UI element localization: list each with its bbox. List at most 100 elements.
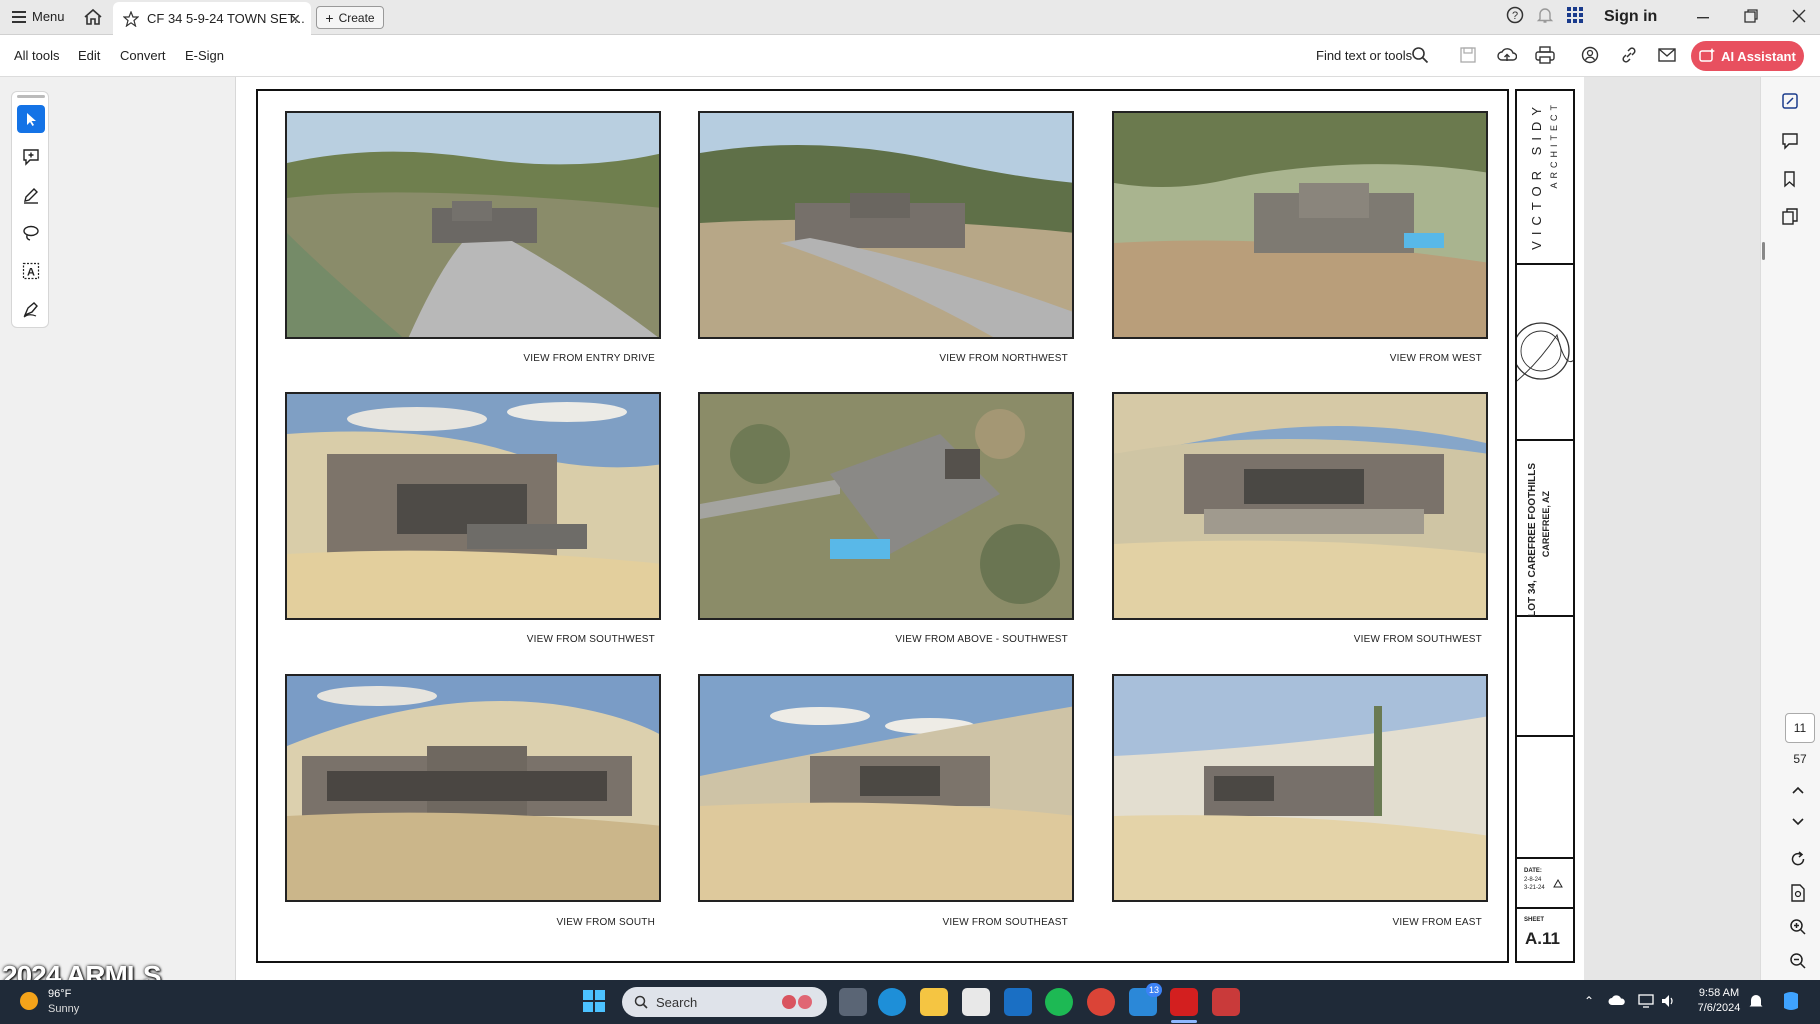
pen-icon [24, 188, 38, 204]
windows-start-icon[interactable] [583, 990, 605, 1012]
save-icon[interactable] [1459, 46, 1477, 64]
current-page-input[interactable]: 11 [1785, 713, 1815, 743]
chevron-up-icon[interactable] [1791, 785, 1805, 795]
minimize-icon[interactable] [1696, 10, 1710, 24]
find-text-button[interactable]: Find text or tools [1316, 48, 1412, 63]
architect-seal-icon [1517, 322, 1573, 382]
sign-in-link[interactable]: Sign in [1604, 8, 1657, 26]
text-select-tool[interactable]: A [17, 257, 45, 285]
windows-taskbar: 96°F Sunny Search 13 ⌃ 9:58 AM 7/6/2024 [0, 980, 1820, 1024]
volume-icon[interactable] [1660, 993, 1676, 1009]
blank-cell-1 [1517, 617, 1573, 737]
esign-menu[interactable]: E-Sign [185, 48, 224, 63]
network-icon[interactable] [1638, 994, 1654, 1008]
print-icon[interactable] [1535, 46, 1555, 64]
share-user-icon[interactable] [1581, 46, 1601, 64]
sheet-number: A.11 [1525, 929, 1560, 948]
create-button[interactable]: + Create [316, 6, 384, 29]
document-tab[interactable]: CF 34 5-9-24 TOWN SET... ✕ [113, 2, 311, 35]
date-2: 3-21-24 [1524, 885, 1545, 891]
comment-plus-icon [23, 149, 39, 166]
sheet-border: VIEW FROM ENTRY DRIVE VIEW FROM NORTHWES… [256, 89, 1509, 963]
snipping-tool-icon[interactable] [1212, 988, 1240, 1016]
project-line-1: LOT 34, CAREFREE FOOTHILLS [1527, 463, 1538, 617]
render-view-southeast [698, 674, 1074, 902]
system-clock[interactable]: 9:58 AM 7/6/2024 [1679, 986, 1759, 1016]
drag-handle[interactable] [17, 95, 45, 98]
flowers-search-highlight-icon [782, 995, 812, 1009]
sheet-label: SHEET [1524, 917, 1545, 923]
acrobat-icon[interactable] [1170, 988, 1198, 1016]
edit-menu[interactable]: Edit [78, 48, 100, 63]
onedrive-cloud-icon[interactable] [1608, 994, 1626, 1006]
task-view-icon[interactable] [839, 988, 867, 1016]
draw-tool[interactable] [17, 219, 45, 247]
svg-text:?: ? [1512, 10, 1518, 22]
title-block: VICTOR SIDY ARCHITECT LOT 34, CAREFREE F… [1515, 89, 1575, 963]
help-icon[interactable]: ? [1506, 6, 1524, 24]
spotify-icon[interactable] [1045, 988, 1073, 1016]
document-search-icon[interactable] [1789, 884, 1807, 902]
chevron-down-icon[interactable] [1791, 817, 1805, 827]
close-window-icon[interactable] [1792, 9, 1806, 23]
caption-above-southwest: VIEW FROM ABOVE - SOUTHWEST [895, 634, 1068, 645]
outlook-icon[interactable] [1004, 988, 1032, 1016]
ai-assistant-button[interactable]: AI Assistant [1691, 41, 1804, 71]
close-tab-icon[interactable]: ✕ [289, 11, 301, 28]
clock-time: 9:58 AM [1698, 987, 1740, 999]
comments-icon[interactable] [1781, 132, 1799, 150]
sun-weather-icon[interactable] [18, 990, 40, 1012]
notification-bell-icon[interactable] [1748, 992, 1764, 1010]
zoom-in-icon[interactable] [1789, 918, 1807, 936]
search-icon[interactable] [1411, 46, 1429, 64]
ai-sparkle-icon [1699, 48, 1716, 62]
seal-cell [1517, 265, 1573, 441]
select-tool[interactable] [17, 105, 45, 133]
highlight-tool[interactable] [17, 181, 45, 209]
chevron-up-icon[interactable]: ⌃ [1584, 994, 1594, 1008]
firm-cell: VICTOR SIDY ARCHITECT [1517, 91, 1573, 265]
active-app-indicator [1171, 1020, 1197, 1023]
search-placeholder: Search [656, 994, 698, 1010]
main-toolbar: All tools Edit Convert E-Sign Find text … [0, 35, 1820, 77]
taskbar-search-box[interactable]: Search [622, 987, 827, 1017]
sign-tool[interactable] [17, 295, 45, 323]
star-icon[interactable] [123, 10, 139, 27]
copilot-icon[interactable] [1780, 990, 1802, 1012]
date-1: 2-8-24 [1524, 877, 1542, 883]
document-viewer[interactable]: VIEW FROM ENTRY DRIVE VIEW FROM NORTHWES… [236, 77, 1760, 980]
ai-assistant-label: AI Assistant [1721, 48, 1796, 64]
apps-grid-icon[interactable] [1566, 6, 1584, 24]
plus-icon: + [325, 9, 334, 26]
edit-pdf-icon[interactable] [1781, 92, 1799, 110]
cursor-icon [27, 113, 36, 126]
notifications-icon[interactable] [1536, 6, 1554, 24]
restore-icon[interactable] [1744, 9, 1758, 23]
microsoft-store-icon[interactable] [962, 988, 990, 1016]
weather-condition: Sunny [48, 1003, 80, 1015]
search-icon [634, 995, 648, 1009]
pages-icon[interactable] [1781, 208, 1799, 226]
lasso-icon [23, 225, 39, 241]
panel-scroll-indicator[interactable] [1762, 242, 1765, 260]
all-tools-menu[interactable]: All tools [14, 48, 60, 63]
home-icon[interactable] [83, 8, 103, 26]
edge-browser-icon[interactable] [878, 988, 906, 1016]
bookmarks-icon[interactable] [1781, 170, 1799, 188]
project-line-2: CAREFREE, AZ [1541, 491, 1551, 558]
render-view-west [1112, 111, 1488, 339]
chrome-icon[interactable] [1087, 988, 1115, 1016]
convert-menu[interactable]: Convert [120, 48, 166, 63]
zoom-out-icon[interactable] [1789, 952, 1807, 970]
file-explorer-icon[interactable] [920, 988, 948, 1016]
link-icon[interactable] [1620, 46, 1638, 64]
menu-button[interactable]: Menu [12, 9, 65, 24]
render-view-southwest-2 [1112, 392, 1488, 620]
upload-cloud-icon[interactable] [1497, 46, 1517, 64]
add-comment-tool[interactable] [17, 143, 45, 171]
refresh-icon[interactable] [1789, 850, 1807, 868]
render-view-above-southwest [698, 392, 1074, 620]
email-icon[interactable] [1658, 47, 1676, 63]
weather-temperature[interactable]: 96°F [48, 988, 71, 1000]
svg-text:A: A [27, 267, 35, 279]
